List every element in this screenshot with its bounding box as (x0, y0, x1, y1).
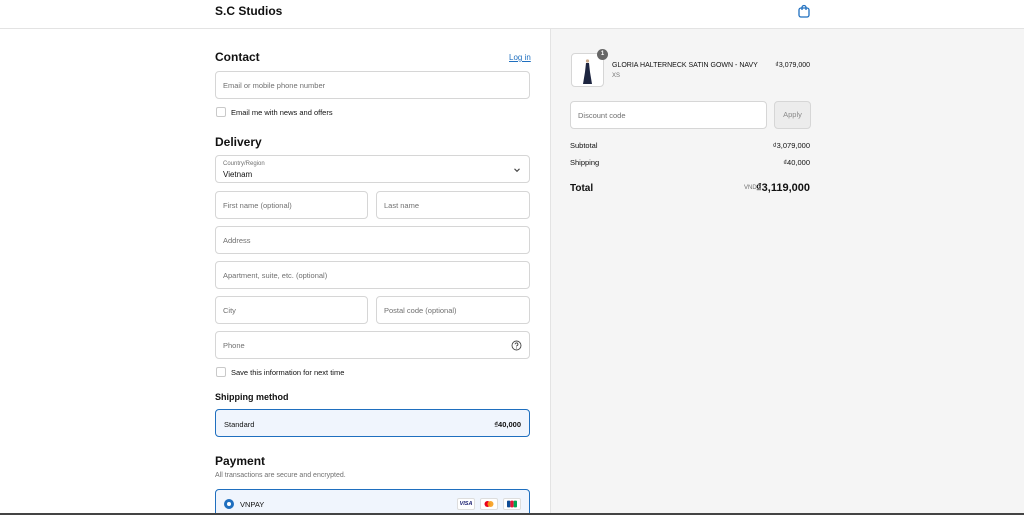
apartment-placeholder: Apartment, suite, etc. (optional) (223, 271, 328, 280)
email-placeholder: Email or mobile phone number (223, 81, 326, 90)
payment-radio[interactable] (224, 499, 234, 509)
contact-title: Contact (215, 50, 260, 64)
header: S.C Studios (0, 0, 1024, 29)
apply-button[interactable]: Apply (774, 101, 811, 129)
country-select[interactable]: Country/Region Vietnam (215, 155, 530, 183)
email-field[interactable]: Email or mobile phone number (215, 71, 530, 99)
visa-icon: VISA (457, 498, 475, 510)
shipping-option-name: Standard (224, 420, 255, 429)
last-name-field[interactable]: Last name (376, 191, 530, 219)
payment-title: Payment (215, 454, 266, 468)
payment-secure-note: All transactions are secure and encrypte… (215, 472, 346, 479)
news-checkbox-label: Email me with news and offers (231, 108, 333, 117)
shopping-bag-icon[interactable] (797, 4, 811, 18)
apartment-field[interactable]: Apartment, suite, etc. (optional) (215, 261, 530, 289)
discount-code-input[interactable]: Discount code (570, 101, 767, 129)
jcb-icon (503, 498, 521, 510)
shipping-option-standard[interactable]: Standard ₫40,000 (215, 409, 530, 437)
save-info-checkbox-row[interactable]: Save this information for next time (215, 366, 415, 378)
postal-code-placeholder: Postal code (optional) (384, 306, 457, 315)
save-info-label: Save this information for next time (231, 368, 345, 377)
last-name-placeholder: Last name (384, 201, 420, 210)
save-info-checkbox[interactable] (216, 367, 226, 377)
total-currency: VND (744, 185, 757, 191)
city-placeholder: City (223, 306, 236, 315)
product-name: GLORIA HALTERNECK SATIN GOWN - NAVY (612, 62, 758, 69)
country-value: Vietnam (223, 170, 253, 179)
delivery-title: Delivery (215, 135, 262, 149)
brand-logo[interactable]: S.C Studios (215, 4, 282, 18)
news-checkbox-row[interactable]: Email me with news and offers (215, 106, 415, 118)
first-name-field[interactable]: First name (optional) (215, 191, 368, 219)
quantity-badge: 1 (597, 49, 608, 60)
login-link[interactable]: Log in (509, 53, 531, 62)
phone-field[interactable]: Phone (215, 331, 530, 359)
chevron-down-icon (514, 168, 520, 173)
city-field[interactable]: City (215, 296, 368, 324)
help-circle-icon[interactable] (511, 340, 522, 351)
product-variant: XS (612, 73, 621, 79)
postal-code-field[interactable]: Postal code (optional) (376, 296, 530, 324)
total-value: ₫3,119,000 (756, 182, 810, 194)
discount-placeholder: Discount code (578, 111, 626, 120)
shipping-value: ₫40,000 (783, 158, 810, 167)
subtotal-label: Subtotal (570, 141, 598, 150)
payment-method-name: VNPAY (240, 500, 265, 509)
shipping-option-price: ₫40,000 (494, 420, 521, 429)
address-field[interactable]: Address (215, 226, 530, 254)
mastercard-icon (480, 498, 498, 510)
payment-option-vnpay[interactable]: VNPAY VISA (215, 489, 530, 515)
shipping-method-title: Shipping method (215, 392, 289, 402)
subtotal-value: ₫3,079,000 (772, 141, 810, 150)
first-name-placeholder: First name (optional) (223, 201, 292, 210)
address-placeholder: Address (223, 236, 251, 245)
total-label: Total (570, 183, 594, 194)
product-price: ₫3,079,000 (775, 62, 810, 69)
phone-placeholder: Phone (223, 341, 245, 350)
shipping-label: Shipping (570, 158, 600, 167)
country-label: Country/Region (223, 161, 265, 167)
news-checkbox[interactable] (216, 107, 226, 117)
